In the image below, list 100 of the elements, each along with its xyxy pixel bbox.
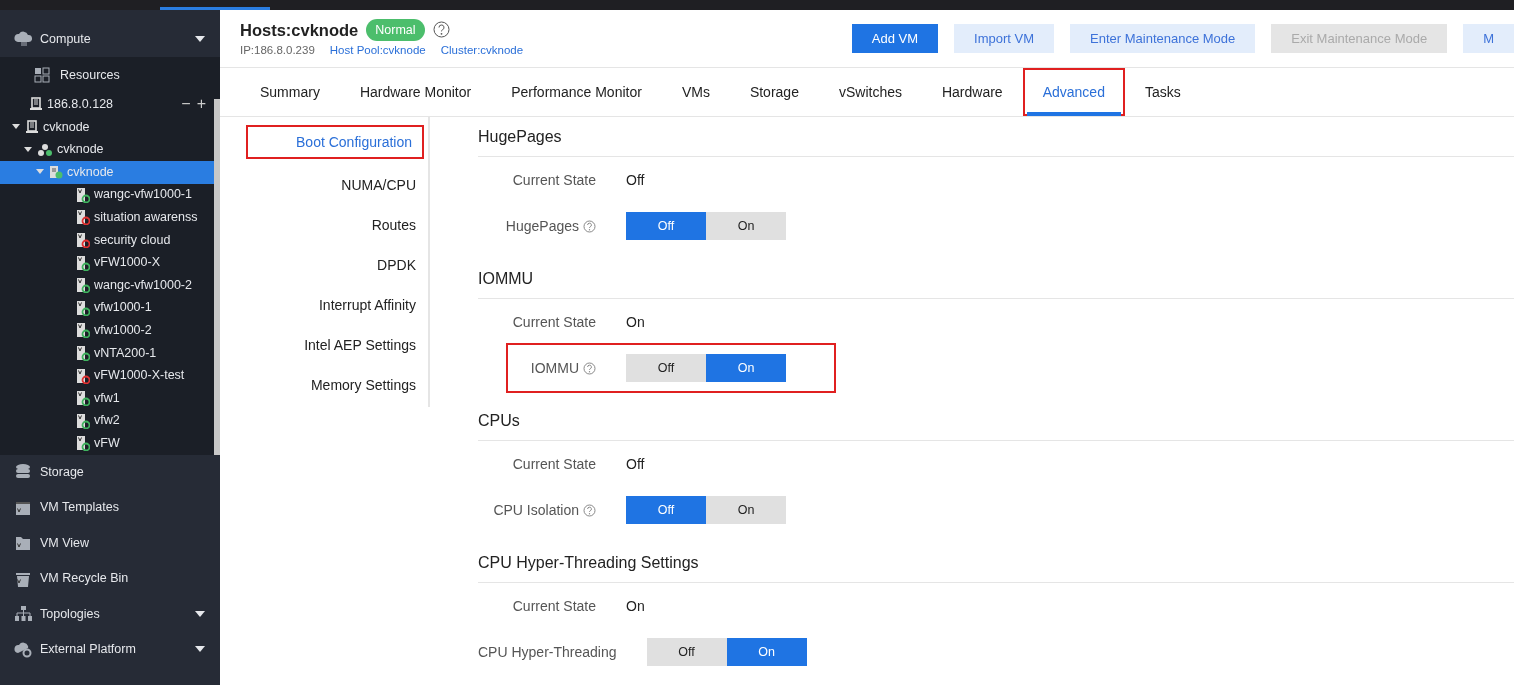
tree-label: cvknode [67,163,115,181]
field-label: Current State [511,312,597,332]
nav-label: External Platform [40,640,137,658]
toggle-option[interactable]: Off [626,496,706,524]
folder-icon [14,534,32,553]
toggle-option[interactable]: On [706,212,786,240]
tree-label: vNTA200-1 [94,344,158,362]
nav-label: VM Templates [40,499,120,517]
tree-label: wangc-vfw1000-1 [94,186,193,204]
submenu-item[interactable]: Memory Settings [220,365,428,405]
tree-action[interactable]: − [181,92,191,117]
breadcrumb-link[interactable]: Host Pool:cvknode [329,42,426,60]
nav-item[interactable]: VM Templates [0,490,220,526]
action-button[interactable]: Add VM [851,24,939,53]
tree-item[interactable]: cvknode [0,138,214,161]
cloud-gear-icon [14,640,32,659]
tree-item[interactable]: vfw1 [0,386,214,410]
submenu-item[interactable]: Interrupt Affinity [220,285,428,325]
tree-item[interactable]: 186.8.0.128 − + [0,93,214,116]
field-label: CPU Isolation [493,500,579,520]
tree-item[interactable]: vfw1000-2 [0,319,214,342]
cloud-icon [14,30,32,49]
submenu-item[interactable]: Routes [220,205,428,245]
section-title: IOMMU [478,259,1514,299]
breadcrumb-link[interactable]: Cluster:cvknode [440,42,524,60]
field-value: On [626,596,645,616]
tab[interactable]: Hardware Monitor [339,68,492,116]
submenu-item[interactable]: NUMA/CPU [220,165,428,205]
host-ip: IP:186.8.0.239 [240,43,315,59]
tree-item[interactable]: situation awarenss [0,206,214,229]
server-icon [25,120,39,135]
cluster-icon [37,142,53,157]
field-label: IOMMU [530,358,579,378]
toggle-option[interactable]: On [706,496,786,524]
tab[interactable]: Storage [729,68,819,116]
page-title: Hosts:cvknode [240,19,359,41]
field-label: Current State [511,454,597,474]
nav-label: Storage [40,464,85,481]
tab[interactable]: Advanced [1022,68,1125,116]
tree-item[interactable]: vfw2 [0,409,214,433]
tree-label: security cloud [94,231,172,249]
nav-item[interactable]: Compute [0,21,220,58]
tree-label: vfw1000-2 [94,322,153,340]
nav-item[interactable]: VM Recycle Bin [0,560,220,597]
nav-label: Topologies [40,605,101,623]
toggle-option[interactable]: On [726,638,807,666]
toggle-option[interactable]: Off [626,354,706,382]
field-label: Current State [511,170,597,190]
tab[interactable]: Hardware [921,68,1023,116]
tree-item[interactable]: cvknode [0,115,214,139]
tree-item[interactable]: vfw1000-1 [0,296,214,320]
submenu-item[interactable]: Boot Configuration [246,125,424,159]
tree-label: vFW [94,435,121,452]
tree-item[interactable]: vFW1000-X-test [0,364,214,387]
submenu-item[interactable]: DPDK [220,245,428,285]
nav-item[interactable]: External Platform [0,631,220,668]
toggle-option[interactable]: Off [646,638,727,666]
tab[interactable]: vSwitches [818,68,922,116]
tree-label: cvknode [57,141,105,159]
action-button[interactable]: M [1463,24,1514,53]
tree-label: vfw2 [94,412,121,430]
nav-item[interactable]: Topologies [0,596,220,632]
section-title: CPUs [478,401,1514,441]
tree-label: vFW1000-X-test [94,367,186,385]
host-icon [49,165,63,180]
tab[interactable]: VMs [661,68,730,116]
tree-item[interactable]: wangc-vfw1000-1 [0,183,214,207]
submenu-item[interactable]: Intel AEP Settings [220,325,428,365]
nav-label: Compute [40,31,92,49]
tree-label: vFW1000-X [94,254,161,272]
grid-icon [34,67,50,84]
tree-item[interactable]: vFW [0,432,214,455]
nav-label: VM Recycle Bin [40,570,130,588]
tree-label: 186.8.0.128 [47,96,115,114]
scrollbar[interactable] [214,99,220,455]
tree-item[interactable]: Resources [0,57,214,94]
toggle-option[interactable]: On [706,354,786,382]
tab[interactable]: Tasks [1124,68,1201,116]
action-button[interactable]: Import VM [954,24,1055,53]
nav-item[interactable]: Storage [0,454,220,491]
toggle-option[interactable]: Off [626,212,706,240]
tree-item[interactable]: vNTA200-1 [0,341,214,365]
field-value: On [626,312,645,332]
action-button[interactable]: Enter Maintenance Mode [1070,24,1256,53]
tree-action[interactable]: + [196,92,206,117]
tree-label: vfw1 [94,389,121,407]
tab[interactable]: Performance Monitor [491,68,662,116]
status-badge: Normal [366,18,425,42]
field-value: Off [626,454,645,474]
field-value: Off [626,170,645,190]
tree-label: wangc-vfw1000-2 [94,276,193,294]
tree-item[interactable]: security cloud [0,228,214,252]
tree-item[interactable]: vFW1000-X [0,251,214,274]
tree-item[interactable]: wangc-vfw1000-2 [0,273,214,297]
tab[interactable]: Summary [240,68,340,116]
section-title: HugePages [478,117,1514,157]
tree-label: situation awarenss [94,209,199,227]
hierarchy-icon [14,604,32,623]
tree-label: cvknode [43,118,91,136]
nav-item[interactable]: VM View [0,525,220,561]
